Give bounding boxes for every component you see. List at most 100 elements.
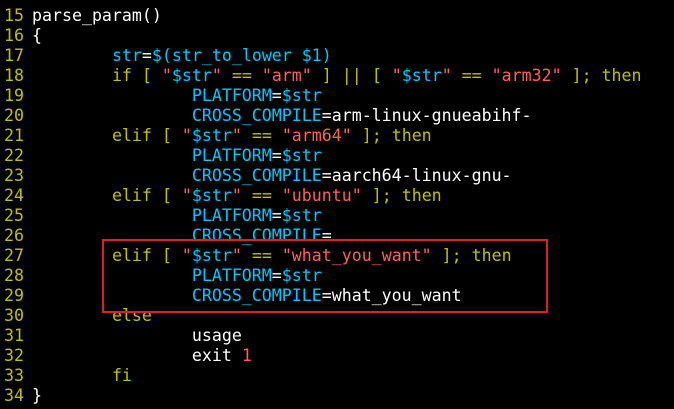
- code-token: "what_you_want": [281, 246, 432, 265]
- code-token: str_to_lower $1: [171, 46, 322, 65]
- line-number: 25: [4, 206, 24, 225]
- code-token: {: [32, 26, 42, 45]
- line-number: 26: [4, 226, 24, 245]
- code-editor[interactable]: 15 parse_param() 16{17 str=$(str_to_lower …: [0, 6, 674, 406]
- code-token: str: [111, 46, 142, 65]
- code-token: $str: [281, 266, 322, 285]
- code-text: str=$(str_to_lower $1): [32, 46, 332, 66]
- code-token: ": [231, 186, 242, 205]
- code-token: $str: [281, 206, 322, 225]
- code-token: ==: [241, 126, 282, 145]
- line-number: 34: [4, 386, 24, 405]
- code-token: $(: [151, 46, 172, 65]
- code-token: ": [181, 186, 192, 205]
- code-text: elif [ "$str" == "arm64" ]; then: [32, 126, 432, 146]
- code-token: ]; then: [361, 186, 442, 205]
- code-token: usage: [191, 326, 242, 345]
- line-number: 21: [4, 126, 24, 145]
- code-token: if [: [111, 66, 162, 85]
- code-token: parse_param(): [32, 6, 162, 25]
- code-token: "arm32": [491, 66, 562, 85]
- code-token: =: [271, 146, 282, 165]
- code-token: 1: [241, 346, 252, 365]
- line-number: 15: [4, 6, 24, 25]
- code-text: CROSS_COMPILE=aarch64-linux-gnu-: [32, 166, 512, 186]
- code-token: $str: [281, 86, 322, 105]
- code-token: "arm": [261, 66, 312, 85]
- code-token: ] || [: [311, 66, 392, 85]
- code-text: CROSS_COMPILE=what_you_want: [32, 286, 462, 306]
- code-token: PLATFORM: [191, 266, 272, 285]
- code-token: PLATFORM: [191, 86, 272, 105]
- code-text: CROSS_COMPILE=: [32, 226, 332, 246]
- code-token: ]; then: [431, 246, 512, 265]
- line-number: 24: [4, 186, 24, 205]
- code-token: =what_you_want: [321, 286, 462, 305]
- code-token: }: [32, 386, 42, 405]
- code-text: fi: [32, 366, 132, 386]
- code-text: PLATFORM=$str: [32, 86, 322, 106]
- code-token: PLATFORM: [191, 146, 272, 165]
- line-number: 28: [4, 266, 24, 285]
- code-token: =: [271, 206, 282, 225]
- code-token: =: [141, 46, 152, 65]
- code-token: =arm-linux-gnueabihf-: [321, 106, 532, 125]
- code-token: else: [111, 306, 152, 325]
- code-token: CROSS_COMPILE: [191, 106, 322, 125]
- code-text: else: [32, 306, 152, 326]
- line-number: 29: [4, 286, 24, 305]
- code-token: CROSS_COMPILE: [191, 286, 322, 305]
- code-token: ==: [241, 186, 282, 205]
- code-token: ": [161, 66, 172, 85]
- code-text: PLATFORM=$str: [32, 206, 322, 226]
- code-token: ==: [451, 66, 492, 85]
- code-token: elif [: [111, 186, 182, 205]
- line-number: 19: [4, 86, 24, 105]
- code-token: CROSS_COMPILE: [191, 166, 322, 185]
- code-token: ==: [221, 66, 262, 85]
- code-token: fi: [111, 366, 132, 385]
- code-token: exit: [191, 346, 242, 365]
- line-number: 32: [4, 346, 24, 365]
- code-token: ": [181, 126, 192, 145]
- code-token: =: [271, 266, 282, 285]
- code-token: elif [: [111, 126, 182, 145]
- code-token: ": [181, 246, 192, 265]
- code-token: $str: [401, 66, 442, 85]
- line-number: 20: [4, 106, 24, 125]
- code-text: elif [ "$str" == "ubuntu" ]; then: [32, 186, 442, 206]
- code-token: ): [321, 46, 332, 65]
- code-token: PLATFORM: [191, 206, 272, 225]
- line-number: 27: [4, 246, 24, 265]
- code-token: ": [231, 126, 242, 145]
- line-number: 33: [4, 366, 24, 385]
- code-text: PLATFORM=$str: [32, 266, 322, 286]
- line-number: 31: [4, 326, 24, 345]
- code-token: ": [441, 66, 452, 85]
- line-number: 30: [4, 306, 24, 325]
- code-token: $str: [191, 246, 232, 265]
- line-number: 18: [4, 66, 24, 85]
- code-text: PLATFORM=$str: [32, 146, 322, 166]
- line-number: 22: [4, 146, 24, 165]
- code-token: ]; then: [351, 126, 432, 145]
- line-number: 23: [4, 166, 24, 185]
- code-token: CROSS_COMPILE: [191, 226, 322, 245]
- code-token: =aarch64-linux-gnu-: [321, 166, 512, 185]
- code-token: ": [211, 66, 222, 85]
- code-token: elif [: [111, 246, 182, 265]
